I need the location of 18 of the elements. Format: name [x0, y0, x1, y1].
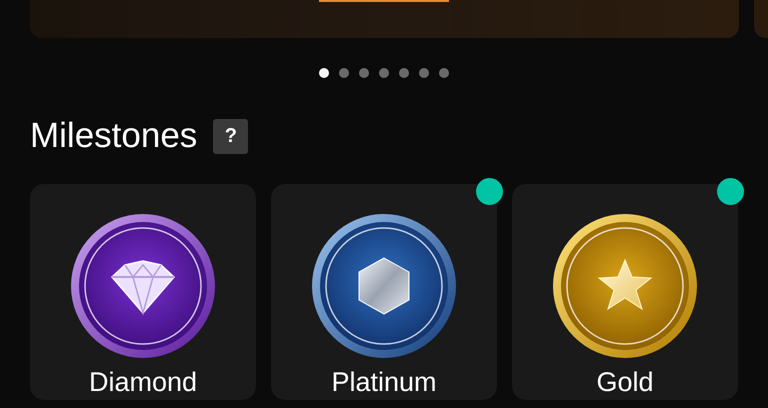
diamond-gem-icon [110, 260, 176, 316]
hexagon-icon [358, 257, 410, 315]
carousel-dot[interactable] [439, 68, 449, 78]
carousel-dot[interactable] [319, 68, 329, 78]
carousel-dot[interactable] [379, 68, 389, 78]
carousel-dot[interactable] [419, 68, 429, 78]
carousel-dot[interactable] [339, 68, 349, 78]
carousel-dot[interactable] [399, 68, 409, 78]
milestone-name: Platinum [331, 367, 437, 398]
milestone-name: Diamond [88, 367, 198, 398]
milestone-card[interactable]: Diamond [30, 184, 256, 400]
milestone-card[interactable]: Platinum [271, 184, 497, 400]
help-button[interactable]: ? [213, 118, 248, 154]
milestone-card[interactable]: Gold [512, 184, 738, 400]
milestone-name: Gold [596, 367, 654, 398]
section-title: Milestones [30, 118, 198, 154]
star-icon [598, 258, 652, 310]
carousel-dot[interactable] [359, 68, 369, 78]
